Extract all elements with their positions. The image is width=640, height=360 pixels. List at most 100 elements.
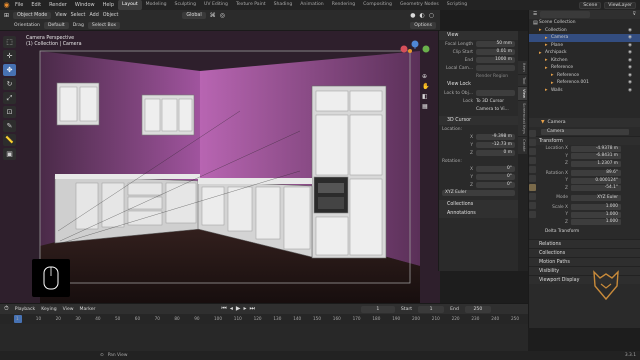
to-3d-cursor-checkbox[interactable]: To 3D Cursor bbox=[476, 99, 504, 104]
editor-type-icon[interactable]: ⊞ bbox=[4, 12, 9, 19]
jump-end-icon[interactable]: ⏭ bbox=[249, 305, 254, 313]
outliner-item[interactable]: ▸ Plane ◉ bbox=[529, 42, 640, 50]
shading-rendered-icon[interactable]: ○ bbox=[429, 12, 434, 19]
visibility-eye-icon[interactable]: ◉ bbox=[628, 65, 640, 70]
tab-sculpting[interactable]: Sculpting bbox=[171, 0, 200, 10]
menu-edit[interactable]: Edit bbox=[27, 0, 45, 10]
visibility-eye-icon[interactable]: ◉ bbox=[628, 50, 640, 55]
orientation-dropdown[interactable]: Default bbox=[43, 22, 69, 29]
menu-marker[interactable]: Marker bbox=[80, 307, 96, 312]
drag-dropdown[interactable]: Select Box bbox=[87, 22, 121, 29]
menu-help[interactable]: Help bbox=[99, 0, 118, 10]
menu-playback[interactable]: Playback bbox=[15, 307, 36, 312]
collections-panel-title[interactable]: Collections bbox=[439, 200, 518, 209]
cursor-rot-mode-dropdown[interactable]: XYZ Euler bbox=[442, 190, 515, 196]
focal-length-field[interactable]: 50 mm bbox=[476, 41, 515, 47]
menu-render[interactable]: Render bbox=[45, 0, 71, 10]
location-x-field[interactable]: -4.9378 m bbox=[571, 145, 621, 152]
filter-icon[interactable]: ⊽ bbox=[633, 12, 636, 17]
visibility-eye-icon[interactable]: ◉ bbox=[628, 88, 640, 93]
tab-layout[interactable]: Layout bbox=[118, 0, 142, 10]
outliner-item[interactable]: ▸ Collection ◉ bbox=[529, 27, 640, 35]
rotation-z-field[interactable]: -54.1° bbox=[571, 185, 621, 192]
lock-to-object-field[interactable] bbox=[476, 90, 515, 96]
rotation-y-field[interactable]: 0.000124° bbox=[571, 177, 621, 184]
scale-y-field[interactable]: 1.000 bbox=[571, 211, 621, 218]
menu-keying[interactable]: Keying bbox=[41, 307, 56, 312]
current-frame-field[interactable]: 1 bbox=[360, 305, 395, 313]
camera-to-view-checkbox[interactable]: Camera to Vi... bbox=[476, 107, 509, 112]
cursor-icon[interactable]: ✛ bbox=[3, 50, 16, 62]
tab-screencast-keys[interactable]: Screencast Keys bbox=[518, 101, 527, 137]
frame-ruler[interactable]: 1 10 20 30 40 50 60 70 80 90 100 110 120 130 140 150 160… bbox=[0, 314, 528, 324]
output-tab-icon[interactable] bbox=[529, 148, 536, 155]
outliner-scene-collection[interactable]: ▤ Scene Collection bbox=[529, 19, 640, 27]
cursor-x-field[interactable]: -9.398 m bbox=[476, 134, 515, 140]
pan-hand-icon[interactable]: ✋ bbox=[422, 83, 429, 90]
menu-window[interactable]: Window bbox=[71, 0, 99, 10]
relations-section[interactable]: Relations bbox=[529, 238, 640, 248]
scale-icon[interactable]: ⤢ bbox=[3, 92, 16, 104]
outliner-item[interactable]: ▸ Reference.001 ◉ bbox=[529, 79, 640, 87]
local-camera-field[interactable] bbox=[476, 65, 515, 71]
scale-x-field[interactable]: 1.000 bbox=[571, 204, 621, 211]
cursor-y-field[interactable]: -12.73 m bbox=[476, 142, 515, 148]
snap-icon[interactable]: ⌘ bbox=[210, 12, 216, 19]
motion-paths-section[interactable]: Motion Paths bbox=[529, 256, 640, 266]
rotation-x-field[interactable]: 89.6° bbox=[571, 170, 621, 177]
visibility-eye-icon[interactable]: ◉ bbox=[628, 80, 640, 85]
camera-view-icon[interactable]: ◧ bbox=[422, 93, 429, 100]
object-tab-icon[interactable] bbox=[529, 184, 536, 191]
cursor-rot-y-field[interactable]: 0° bbox=[476, 174, 515, 180]
tab-create[interactable]: Create bbox=[518, 137, 527, 154]
outliner-item[interactable]: ▸ Reference ◉ bbox=[529, 72, 640, 80]
view-layer-tab-icon[interactable] bbox=[529, 157, 536, 164]
next-key-icon[interactable]: ▸ bbox=[243, 305, 246, 313]
outliner-item[interactable]: ▸ Archipack ◉ bbox=[529, 49, 640, 57]
measure-icon[interactable]: 📏 bbox=[3, 134, 16, 146]
jump-start-icon[interactable]: ⏮ bbox=[221, 305, 226, 313]
grid-ortho-icon[interactable]: ▦ bbox=[422, 103, 429, 110]
view-panel-title[interactable]: View bbox=[439, 31, 518, 40]
cursor-rot-z-field[interactable]: 0° bbox=[476, 182, 515, 188]
timeline-track-area[interactable] bbox=[0, 324, 528, 352]
transform-icon[interactable]: ⊡ bbox=[3, 106, 16, 118]
mode-dropdown[interactable]: Object Mode bbox=[13, 12, 52, 19]
menu-view[interactable]: View bbox=[55, 13, 66, 18]
play-icon[interactable]: ▶ bbox=[236, 305, 241, 313]
viewport-display-section[interactable]: Viewport Display bbox=[529, 274, 640, 284]
outliner-item[interactable]: ▸ Kitchen ◉ bbox=[529, 57, 640, 65]
3d-cursor-title[interactable]: 3D Cursor bbox=[439, 116, 518, 125]
tab-geometry-nodes[interactable]: Geometry Nodes bbox=[396, 0, 443, 10]
scale-z-field[interactable]: 1.000 bbox=[571, 219, 621, 226]
zoom-icon[interactable]: ⊕ bbox=[422, 73, 429, 80]
tab-item[interactable]: Item bbox=[518, 61, 527, 74]
view-lock-title[interactable]: View Lock bbox=[439, 80, 518, 89]
object-name-field[interactable]: Camera bbox=[541, 128, 629, 135]
visibility-eye-icon[interactable]: ◉ bbox=[628, 58, 640, 63]
render-region-checkbox[interactable]: Render Region bbox=[476, 74, 508, 79]
transform-orientation-dropdown[interactable]: Global bbox=[182, 12, 206, 19]
scene-selector[interactable]: Scene bbox=[579, 1, 602, 9]
cursor-rot-x-field[interactable]: 0° bbox=[476, 166, 515, 172]
annotate-icon[interactable]: ✎ bbox=[3, 120, 16, 132]
clip-end-field[interactable]: 1000 m bbox=[476, 57, 515, 63]
add-cube-icon[interactable]: ▣ bbox=[3, 148, 16, 160]
visibility-eye-icon[interactable]: ◉ bbox=[628, 43, 640, 48]
proportional-edit-icon[interactable]: ◎ bbox=[220, 12, 225, 19]
outliner-item[interactable]: ▸ Reference ◉ bbox=[529, 64, 640, 72]
annotations-panel-title[interactable]: Annotations bbox=[439, 209, 518, 218]
transform-section[interactable]: Transform bbox=[529, 136, 640, 145]
delta-transform-section[interactable]: Delta Transform bbox=[541, 229, 579, 234]
blender-logo-icon[interactable]: ◉ bbox=[2, 1, 11, 9]
tab-uv-editing[interactable]: UV Editing bbox=[200, 0, 232, 10]
move-icon[interactable]: ✥ bbox=[3, 64, 16, 76]
data-tab-icon[interactable] bbox=[529, 211, 536, 218]
view-layer-selector[interactable]: ViewLayer bbox=[604, 1, 636, 9]
start-frame-field[interactable]: 1 bbox=[418, 305, 445, 313]
visibility-eye-icon[interactable]: ◉ bbox=[628, 35, 640, 40]
physics-tab-icon[interactable] bbox=[529, 193, 536, 200]
location-y-field[interactable]: -6.8431 m bbox=[571, 153, 621, 160]
shading-solid-icon[interactable]: ● bbox=[410, 12, 415, 19]
visibility-eye-icon[interactable]: ◉ bbox=[628, 28, 640, 33]
